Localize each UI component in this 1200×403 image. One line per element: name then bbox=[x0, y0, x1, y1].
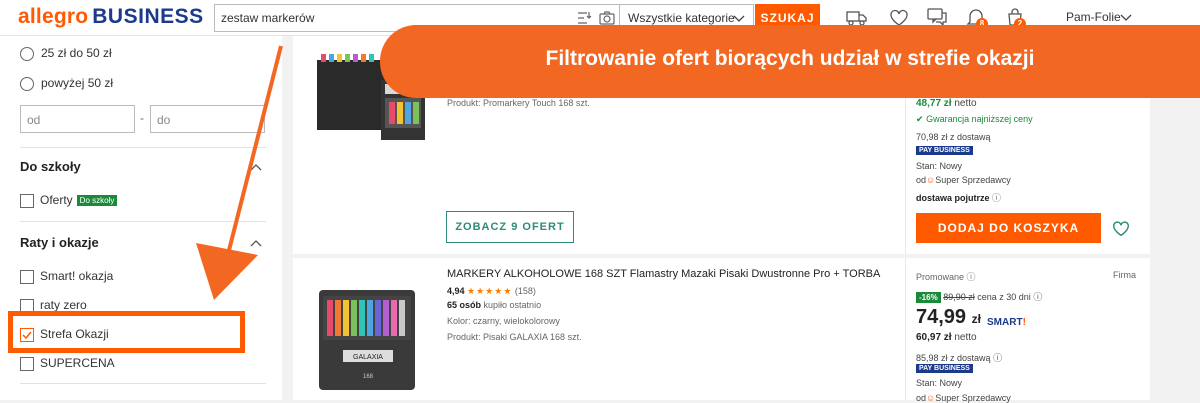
annotation-banner: Filtrowanie ofert biorących udział w str… bbox=[380, 25, 1200, 98]
